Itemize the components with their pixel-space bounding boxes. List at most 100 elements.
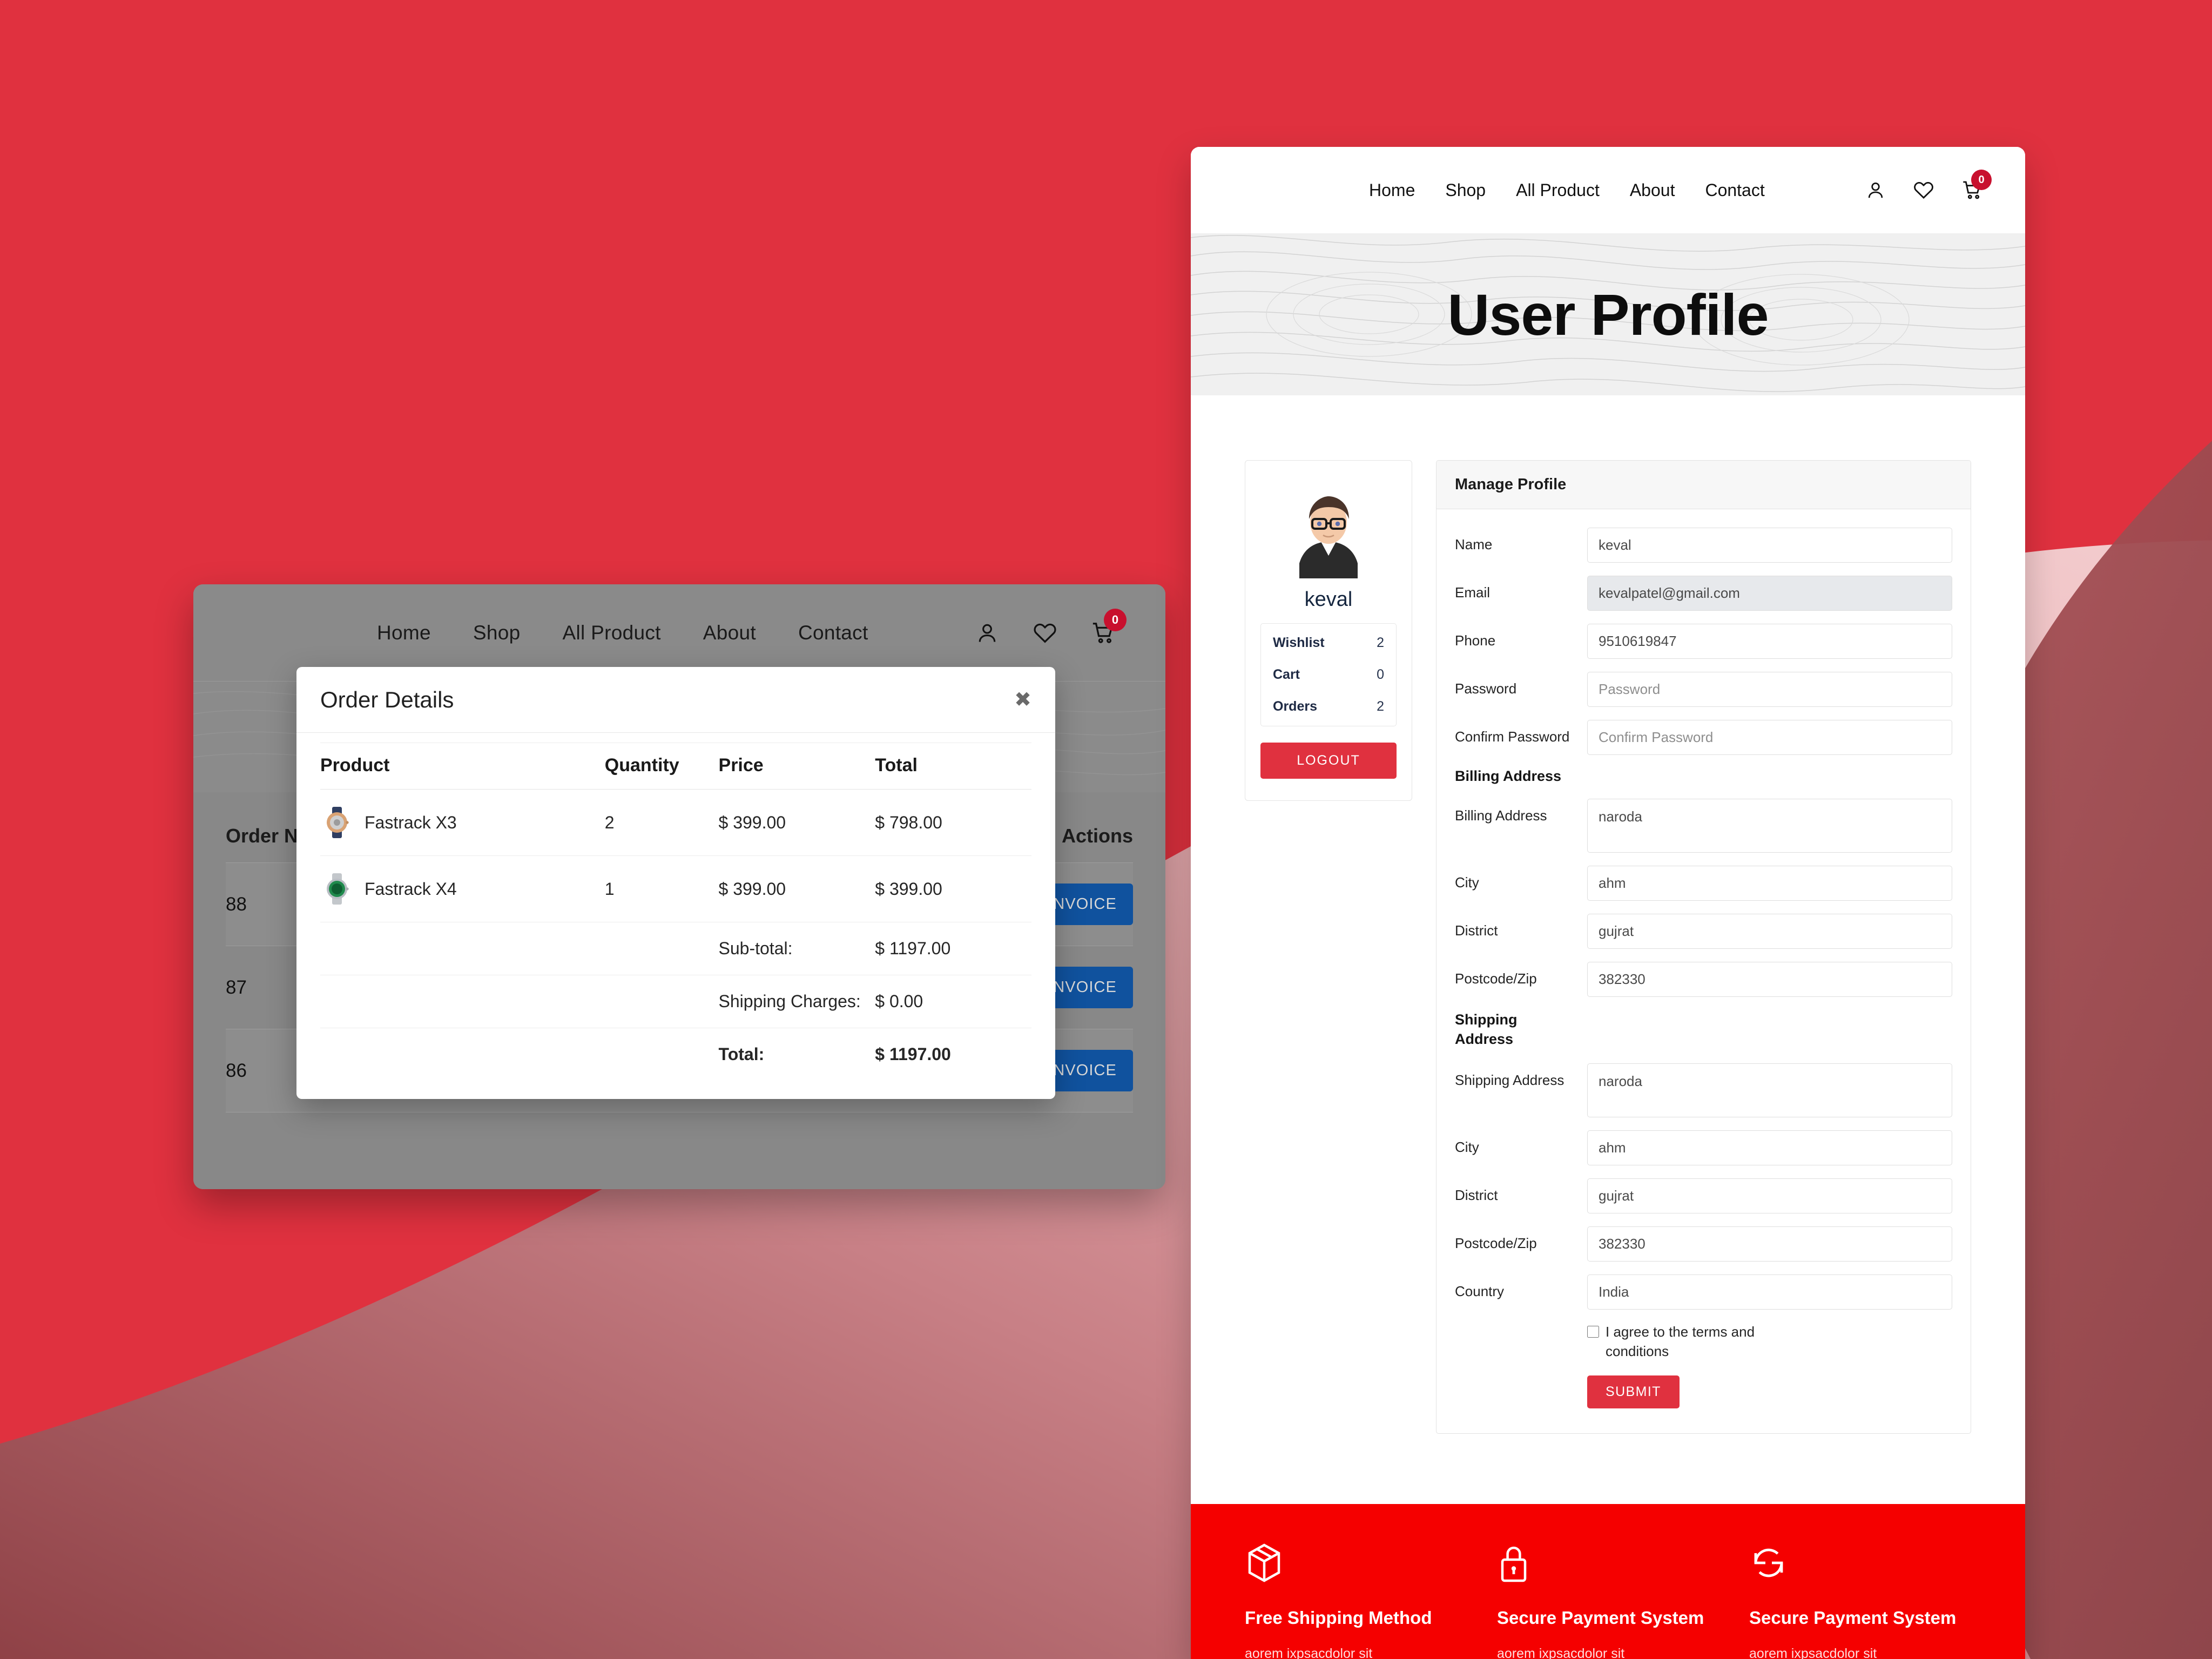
product-cell: Fastrack X4 [320,855,605,922]
nav-link-shop[interactable]: Shop [1445,180,1486,200]
cart-icon[interactable]: 0 [1961,170,1992,201]
nav-link-shop[interactable]: Shop [473,622,521,644]
stat-value: 0 [1377,667,1384,682]
order-item-row: Fastrack X4 1 $ 399.00 $ 399.00 [320,855,1031,922]
nav-link-home[interactable]: Home [1369,180,1415,200]
label-shipping-district: District [1455,1186,1498,1203]
logout-button[interactable]: LOGOUT [1260,743,1397,779]
page-title: User Profile [1447,281,1769,347]
total-cell: $ 798.00 [875,789,1031,856]
nav-link-all-product[interactable]: All Product [563,622,661,644]
shipping-value: $ 0.00 [875,975,1031,1028]
modal-title: Order Details [320,686,454,712]
label-billing-address: Billing Address [1455,807,1547,824]
stat-label: Orders [1273,699,1317,714]
shipping-city-input[interactable] [1587,1130,1952,1165]
shipping-postcode-input[interactable] [1587,1226,1952,1262]
nav-link-all-product[interactable]: All Product [1516,180,1600,200]
stat-label: Cart [1273,667,1300,682]
nav-link-contact[interactable]: Contact [1705,180,1764,200]
refresh-icon [1749,1542,1971,1588]
profile-card: keval Wishlist 2 Cart 0 Orders 2 LOGOUT [1245,460,1412,801]
cart-badge: 0 [1971,170,1992,190]
field-row-confirm-password: Confirm Password [1455,720,1952,755]
footer-line-1: aorem ixpsacdolor sit [1749,1645,1877,1659]
profile-content: keval Wishlist 2 Cart 0 Orders 2 LOGOUT … [1191,395,2025,1434]
field-row-shipping-address: Shipping Address naroda [1455,1063,1952,1117]
stat-wishlist[interactable]: Wishlist 2 [1261,627,1396,659]
country-input[interactable] [1587,1274,1952,1310]
grand-total-value: $ 1197.00 [875,1044,951,1064]
billing-city-input[interactable] [1587,866,1952,901]
nav-link-contact[interactable]: Contact [798,622,868,644]
grand-total-label: Total: [718,1044,765,1064]
right-nav-icons: 0 [1865,170,1992,201]
field-row-billing-district: District [1455,914,1952,949]
confirm-password-input[interactable] [1587,720,1952,755]
total-cell: $ 399.00 [875,855,1031,922]
user-profile-window: Home Shop All Product About Contact 0 Us… [1191,147,2025,1659]
stat-cart[interactable]: Cart 0 [1261,659,1396,691]
label-country: Country [1455,1283,1505,1299]
label-name: Name [1455,536,1493,552]
field-row-password: Password [1455,672,1952,707]
close-icon[interactable]: ✖ [1014,690,1031,710]
field-row-email: Email [1455,576,1952,611]
heart-icon[interactable] [1913,179,1934,201]
password-input[interactable] [1587,672,1952,707]
heart-icon[interactable] [1033,621,1057,645]
terms-checkbox[interactable] [1587,1325,1599,1338]
label-shipping-postcode: Postcode/Zip [1455,1235,1537,1251]
billing-address-textarea[interactable]: naroda [1587,799,1952,853]
summary-row: Shipping Charges: $ 0.00 [320,975,1031,1028]
footer-title: Secure Payment System [1749,1607,1957,1628]
nav-link-about[interactable]: About [1630,180,1675,200]
lock-icon [1497,1542,1719,1588]
order-items-table: Product Quantity Price Total Fastrack X3… [320,743,1031,1081]
footer-title: Secure Payment System [1497,1607,1704,1628]
user-icon[interactable] [1865,180,1886,200]
shipping-label: Shipping Charges: [718,975,875,1028]
shipping-district-input[interactable] [1587,1178,1952,1213]
footer-line-1: aorem ixpsacdolor sit [1245,1645,1373,1659]
subtotal-value: $ 1197.00 [875,922,1031,975]
phone-input[interactable] [1587,624,1952,659]
field-row-shipping-postcode: Postcode/Zip [1455,1226,1952,1262]
label-billing-city: City [1455,874,1479,891]
field-row-billing-city: City [1455,866,1952,901]
cart-badge: 0 [1104,608,1127,631]
left-nav-icons: 0 [975,608,1127,645]
stat-label: Wishlist [1273,635,1325,650]
billing-address-section-title: Billing Address [1455,768,1562,784]
stat-value: 2 [1377,699,1384,714]
shipping-address-textarea[interactable]: naroda [1587,1063,1952,1117]
submit-button[interactable]: SUBMIT [1587,1375,1680,1408]
right-navbar: Home Shop All Product About Contact 0 [1191,147,2025,233]
col-quantity: Quantity [604,743,719,790]
stat-value: 2 [1377,635,1384,650]
name-input[interactable] [1587,528,1952,563]
nav-link-home[interactable]: Home [377,622,431,644]
price-cell: $ 399.00 [718,789,875,856]
nav-link-about[interactable]: About [703,622,756,644]
user-icon[interactable] [975,621,999,645]
field-row-name: Name [1455,528,1952,563]
col-total: Total [875,743,1031,790]
field-row-billing-address: Billing Address naroda [1455,799,1952,853]
manage-profile-card: Manage Profile Name Email Phone Password [1436,460,1971,1434]
label-email: Email [1455,584,1491,601]
order-item-row: Fastrack X3 2 $ 399.00 $ 798.00 [320,789,1031,856]
footer-title: Free Shipping Method [1245,1607,1432,1628]
cart-icon[interactable]: 0 [1091,608,1127,645]
profile-name: keval [1304,588,1353,611]
site-footer: Free Shipping Method aorem ixpsacdolor s… [1191,1503,2025,1659]
field-row-phone: Phone [1455,624,1952,659]
product-cell: Fastrack X3 [320,789,605,856]
billing-postcode-input[interactable] [1587,962,1952,997]
email-input[interactable] [1587,576,1952,611]
stat-orders[interactable]: Orders 2 [1261,691,1396,723]
footer-line-1: aorem ixpsacdolor sit [1497,1645,1625,1659]
billing-district-input[interactable] [1587,914,1952,949]
footer-column-refresh: Secure Payment System aorem ixpsacdolor … [1749,1542,1971,1659]
label-shipping-city: City [1455,1138,1479,1155]
